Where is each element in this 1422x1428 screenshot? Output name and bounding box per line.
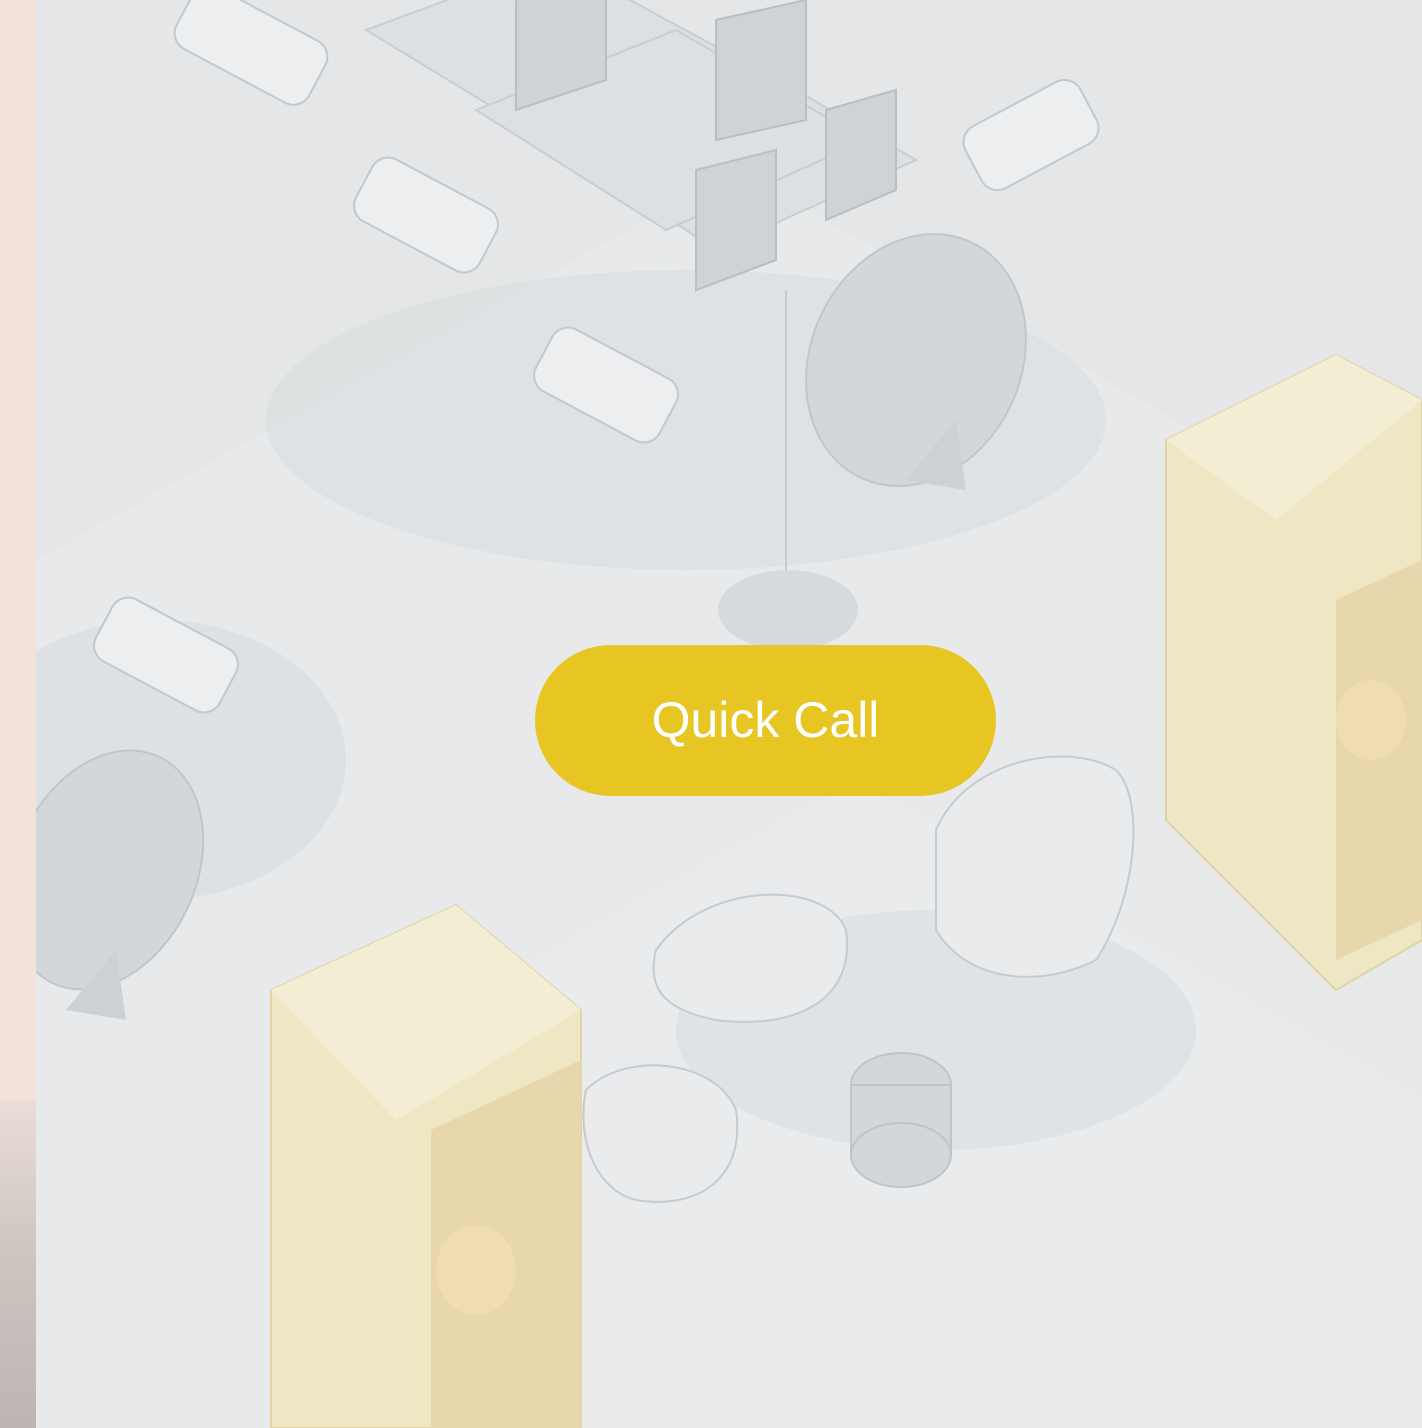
left-edge-shade	[0, 1100, 36, 1428]
phone-booth-left	[270, 903, 582, 1428]
office-illustration: Quick Call	[36, 0, 1422, 1428]
left-edge-panel	[0, 0, 36, 1428]
pouf	[850, 1052, 952, 1188]
hero-section: Quick Call	[0, 0, 1422, 1428]
quick-call-button[interactable]: Quick Call	[535, 645, 996, 796]
